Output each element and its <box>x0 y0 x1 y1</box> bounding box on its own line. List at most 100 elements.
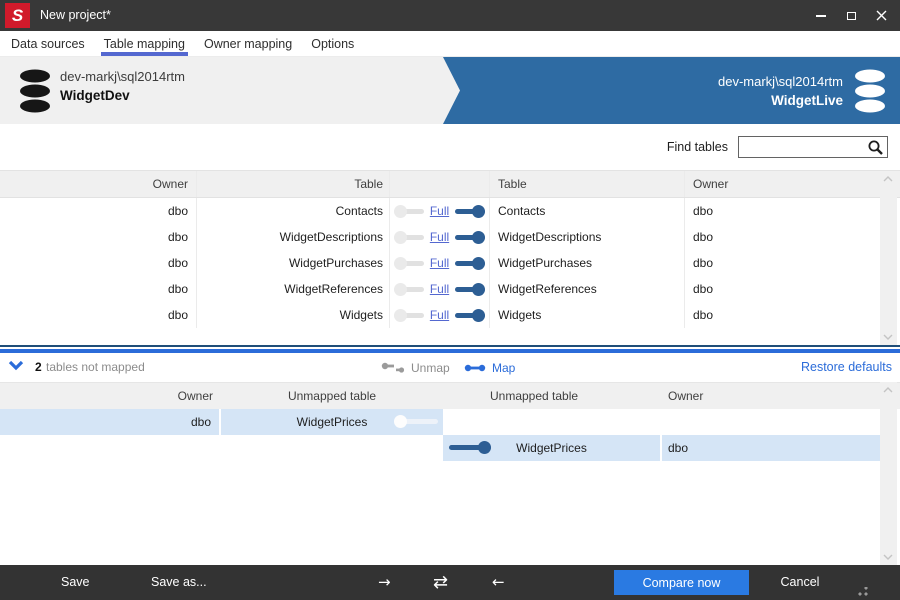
toggle-knob <box>478 441 491 454</box>
left-endpoint-toggle[interactable] <box>393 204 424 218</box>
toggle-knob <box>393 308 407 322</box>
save-button[interactable]: Save <box>61 565 90 600</box>
scroll-down-icon[interactable] <box>883 334 893 340</box>
header-right-unmapped-table: Unmapped table <box>490 389 579 403</box>
right-table-cell: Widgets <box>490 302 685 328</box>
right-endpoint-toggle[interactable] <box>455 308 486 322</box>
right-endpoint-toggle[interactable] <box>455 256 486 270</box>
toggle-knob <box>393 204 407 218</box>
map-label: Map <box>492 360 516 375</box>
splitter[interactable] <box>0 345 900 353</box>
tab[interactable]: Data sources <box>8 31 88 56</box>
compare-now-button[interactable]: Compare now <box>614 570 749 595</box>
header-left-owner: Owner <box>0 171 197 197</box>
window-controls <box>806 0 896 31</box>
mapping-mode-link[interactable]: Full <box>430 230 449 244</box>
resize-grip[interactable] <box>858 587 868 597</box>
table-row[interactable]: dbo WidgetDescriptions Full WidgetDescri… <box>0 224 900 250</box>
scroll-up-icon[interactable] <box>883 387 893 393</box>
table-row[interactable]: dbo Contacts Full Contacts dbo <box>0 198 900 224</box>
left-endpoint-toggle[interactable] <box>394 415 438 428</box>
unmap-button[interactable]: Unmap <box>381 353 450 382</box>
left-endpoint-toggle[interactable] <box>393 282 424 296</box>
deploy-left-arrow-icon[interactable]: ← <box>492 565 505 600</box>
maximize-button[interactable] <box>836 0 866 31</box>
target-server: dev-markj\sql2014rtm <box>718 73 843 89</box>
mapping-mode-link[interactable]: Full <box>430 308 449 322</box>
scrollbar[interactable] <box>880 171 897 345</box>
unmapped-table-cell: WidgetPrices <box>443 435 662 461</box>
empty-cell <box>662 409 880 435</box>
right-owner-cell: dbo <box>693 308 714 322</box>
database-icon <box>855 69 885 112</box>
search-icon[interactable] <box>867 139 884 156</box>
toggle-knob <box>393 282 407 296</box>
tab[interactable]: Table mapping <box>100 31 189 56</box>
tab[interactable]: Options <box>308 31 357 56</box>
right-endpoint-toggle[interactable] <box>455 230 486 244</box>
switch-direction-icon[interactable]: ⇄ <box>433 565 448 600</box>
window-title: New project* <box>40 8 111 22</box>
unmapped-right-row[interactable]: WidgetPrices dbo <box>0 435 900 461</box>
not-mapped-count: 2 <box>35 360 42 374</box>
tab-label: Table mapping <box>103 36 185 51</box>
mapping-mode-link[interactable]: Full <box>430 204 449 218</box>
minimize-icon <box>816 14 826 17</box>
toggle-knob <box>393 256 407 270</box>
right-endpoint-toggle[interactable] <box>455 282 486 296</box>
save-as-button[interactable]: Save as... <box>151 565 207 600</box>
not-mapped-label: tables not mapped <box>46 360 145 374</box>
owner-cell: dbo <box>662 435 880 461</box>
tab-label: Options <box>311 36 355 51</box>
unmapped-tables-grid: Owner Unmapped table Unmapped table Owne… <box>0 382 900 565</box>
left-owner-cell: dbo <box>0 302 197 328</box>
scroll-down-icon[interactable] <box>883 554 893 560</box>
right-endpoint-toggle[interactable] <box>455 204 486 218</box>
unmapped-table-name: WidgetPrices <box>296 415 368 429</box>
source-server: dev-markj\sql2014rtm <box>60 69 185 84</box>
map-button[interactable]: Map <box>464 353 515 382</box>
deploy-right-arrow-icon[interactable]: → <box>378 565 391 600</box>
mapping-cell: Full <box>390 250 490 276</box>
bottom-toolbar: Save Save as... → ⇄ ← Compare now Cancel <box>0 565 900 600</box>
unmapped-table-name: WidgetPrices <box>516 441 587 455</box>
scroll-up-icon[interactable] <box>883 176 893 182</box>
unmapped-left-row[interactable]: dbo WidgetPrices <box>0 409 900 435</box>
left-table-cell: WidgetDescriptions <box>197 224 390 250</box>
target-database-panel: dev-markj\sql2014rtm WidgetLive <box>718 57 887 124</box>
left-owner-cell: dbo <box>0 198 197 224</box>
right-owner-cell: dbo <box>693 204 714 218</box>
restore-defaults-link[interactable]: Restore defaults <box>801 353 892 382</box>
find-tables-input[interactable] <box>739 137 887 157</box>
mapping-mode-link[interactable]: Full <box>430 282 449 296</box>
header-right-owner: Owner <box>693 177 729 191</box>
left-endpoint-toggle[interactable] <box>393 256 424 270</box>
minimize-button[interactable] <box>806 0 836 31</box>
left-table-cell: Contacts <box>197 198 390 224</box>
tab-label: Data sources <box>11 36 85 51</box>
unmap-icon <box>381 362 405 373</box>
tab[interactable]: Owner mapping <box>201 31 295 56</box>
tab-bar: Data sources Table mapping Owner mapping… <box>0 31 900 57</box>
owner-cell: dbo <box>0 409 221 435</box>
left-endpoint-toggle[interactable] <box>393 308 424 322</box>
source-database-text: dev-markj\sql2014rtm WidgetDev <box>60 69 185 103</box>
left-endpoint-toggle[interactable] <box>393 230 424 244</box>
mapping-mode-link[interactable]: Full <box>430 256 449 270</box>
header-right-owner: Owner <box>668 389 704 403</box>
table-row[interactable]: dbo WidgetReferences Full WidgetReferenc… <box>0 276 900 302</box>
cancel-button[interactable]: Cancel <box>770 565 830 600</box>
empty-cell <box>221 435 443 461</box>
app-logo-letter: S <box>11 6 24 25</box>
close-button[interactable] <box>866 0 896 31</box>
chevron-down-icon[interactable] <box>8 360 24 371</box>
right-endpoint-toggle[interactable] <box>449 441 491 454</box>
source-database-panel: dev-markj\sql2014rtm WidgetDev <box>0 57 460 124</box>
scrollbar[interactable] <box>880 382 897 565</box>
toggle-knob <box>472 230 486 244</box>
unmap-label: Unmap <box>411 360 450 375</box>
empty-cell <box>0 435 221 461</box>
table-row[interactable]: dbo WidgetPurchases Full WidgetPurchases… <box>0 250 900 276</box>
table-row[interactable]: dbo Widgets Full Widgets dbo <box>0 302 900 328</box>
find-tables-row: Find tables <box>0 124 900 171</box>
